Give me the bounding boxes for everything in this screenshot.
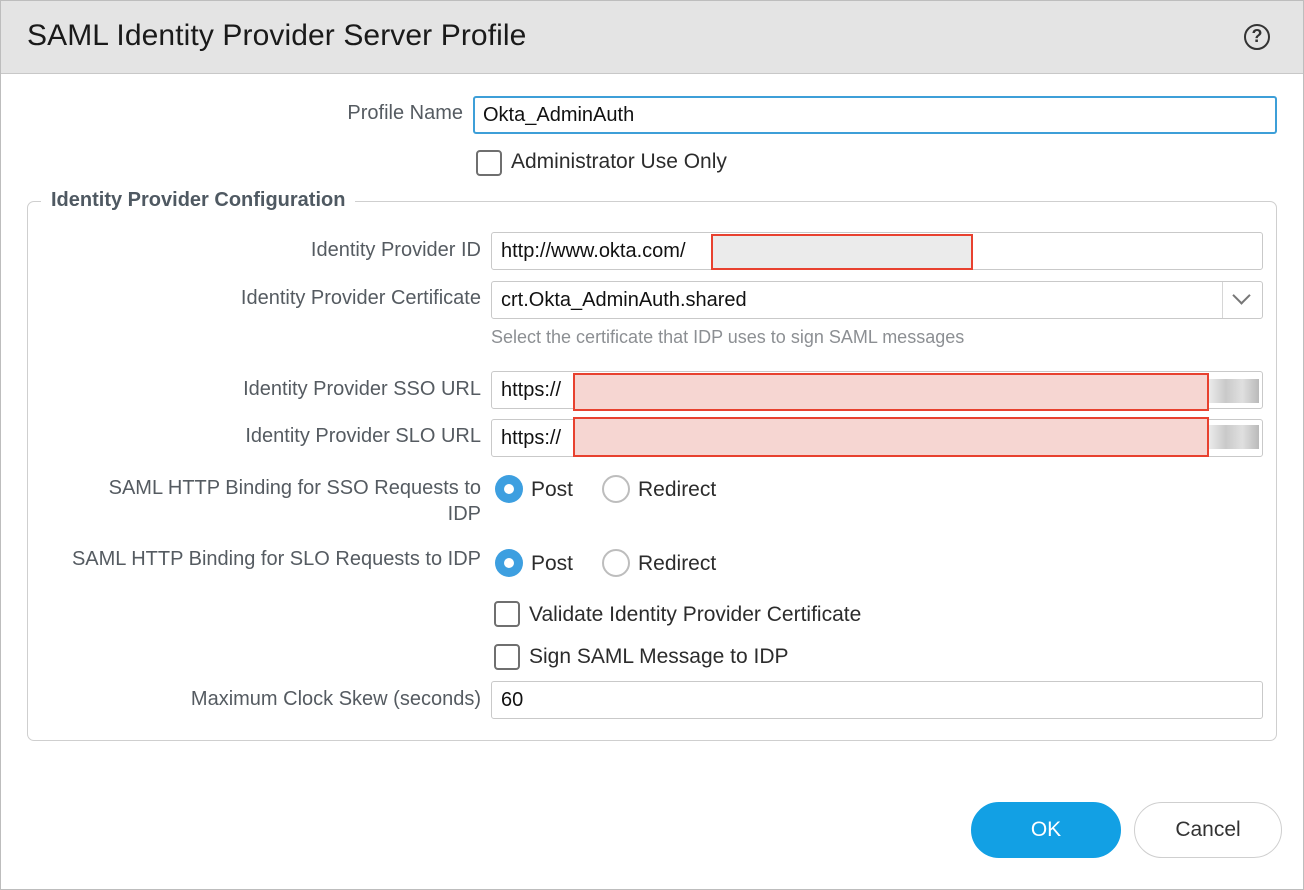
slo-binding-redirect-radio[interactable] [602, 549, 630, 577]
saml-idp-server-profile-dialog: SAML Identity Provider Server Profile ? … [0, 0, 1304, 890]
idp-sso-url-label: Identity Provider SSO URL [243, 378, 481, 400]
sso-binding-redirect-radio[interactable] [602, 475, 630, 503]
validate-idp-certificate-label: Validate Identity Provider Certificate [529, 603, 862, 626]
sso-binding-label-line1: SAML HTTP Binding for SSO Requests to [108, 477, 481, 499]
sso-binding-post-radio[interactable] [495, 475, 523, 503]
idp-slo-url-label: Identity Provider SLO URL [245, 425, 481, 447]
help-icon[interactable]: ? [1244, 24, 1270, 50]
certificate-dropdown-toggle[interactable] [1222, 282, 1262, 318]
redacted-region [573, 417, 1209, 457]
max-clock-skew-label: Maximum Clock Skew (seconds) [190, 688, 481, 710]
certificate-hint: Select the certificate that IDP uses to … [491, 327, 965, 347]
idp-certificate-label: Identity Provider Certificate [240, 287, 481, 309]
profile-name-input[interactable]: Okta_AdminAuth [473, 96, 1277, 134]
sign-saml-message-checkbox[interactable] [494, 644, 520, 670]
sso-binding-post-label: Post [531, 478, 574, 501]
sso-binding-label-line2: IDP [447, 503, 481, 525]
redacted-region [573, 373, 1209, 411]
slo-binding-label: SAML HTTP Binding for SLO Requests to ID… [71, 548, 481, 570]
slo-binding-post-label: Post [531, 552, 574, 575]
redacted-region [711, 234, 973, 270]
redacted-region [1209, 379, 1259, 403]
dialog-title: SAML Identity Provider Server Profile [27, 19, 527, 52]
slo-binding-redirect-label: Redirect [638, 552, 717, 575]
chevron-down-icon [1232, 286, 1251, 305]
max-clock-skew-input[interactable]: 60 [491, 681, 1263, 719]
dialog-title-bar: SAML Identity Provider Server Profile ? [1, 1, 1303, 74]
idp-slo-url-value: https:// [501, 427, 562, 449]
idp-certificate-value: crt.Okta_AdminAuth.shared [501, 289, 747, 311]
idp-certificate-select[interactable]: crt.Okta_AdminAuth.shared [491, 281, 1263, 319]
idp-id-value: http://www.okta.com/ [501, 240, 686, 262]
sign-saml-message-label: Sign SAML Message to IDP [529, 645, 789, 668]
cancel-button[interactable]: Cancel [1134, 802, 1282, 858]
sso-binding-redirect-label: Redirect [638, 478, 717, 501]
profile-name-label: Profile Name [347, 102, 463, 124]
sso-binding-label: SAML HTTP Binding for SSO Requests to ID… [41, 475, 481, 527]
administrator-use-only-checkbox[interactable] [476, 150, 502, 176]
slo-binding-post-radio[interactable] [495, 549, 523, 577]
ok-button[interactable]: OK [971, 802, 1121, 858]
idp-sso-url-value: https:// [501, 379, 562, 401]
redacted-region [1209, 425, 1259, 449]
administrator-use-only-label: Administrator Use Only [511, 150, 727, 173]
identity-provider-configuration-legend: Identity Provider Configuration [41, 189, 356, 212]
idp-id-label: Identity Provider ID [310, 239, 481, 261]
validate-idp-certificate-checkbox[interactable] [494, 601, 520, 627]
